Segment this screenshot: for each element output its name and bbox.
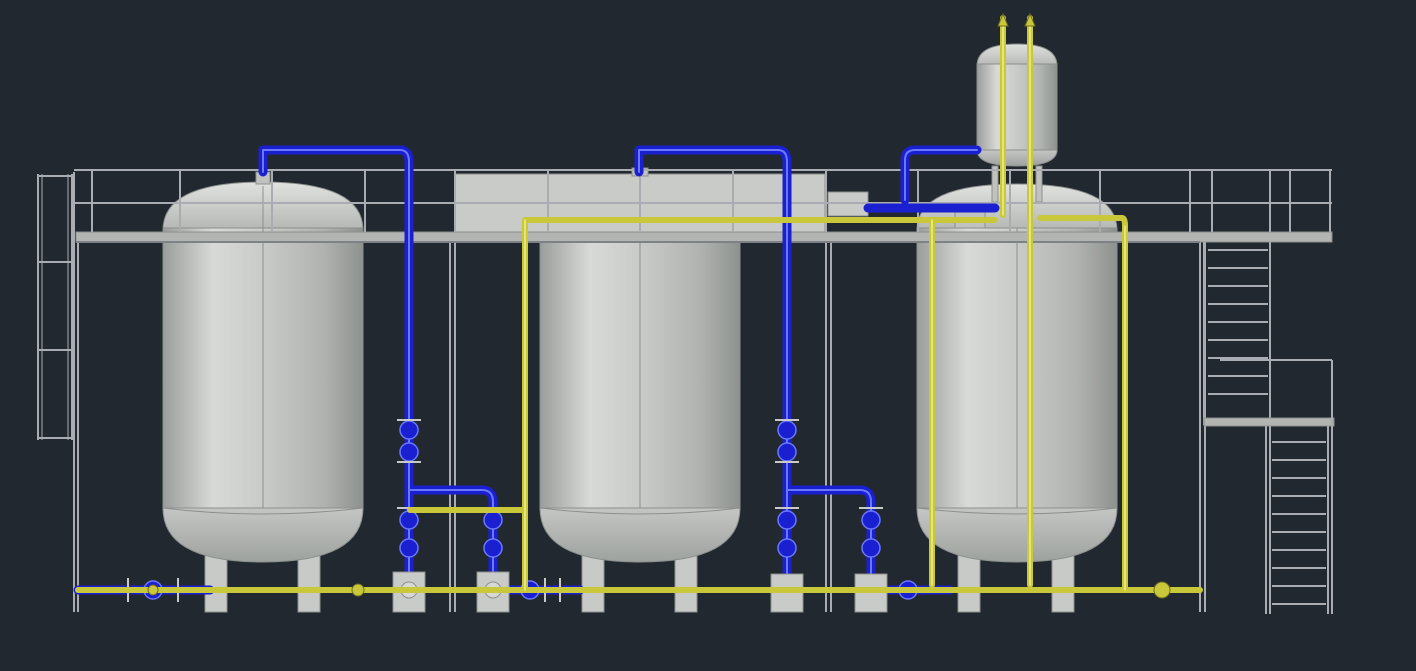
header-tank (976, 43, 1058, 203)
tank-3 (916, 183, 1118, 613)
stairs (1203, 242, 1335, 614)
plant-elevation-drawing (37, 12, 1335, 614)
ladder (37, 174, 73, 440)
tank-2 (539, 227, 741, 613)
